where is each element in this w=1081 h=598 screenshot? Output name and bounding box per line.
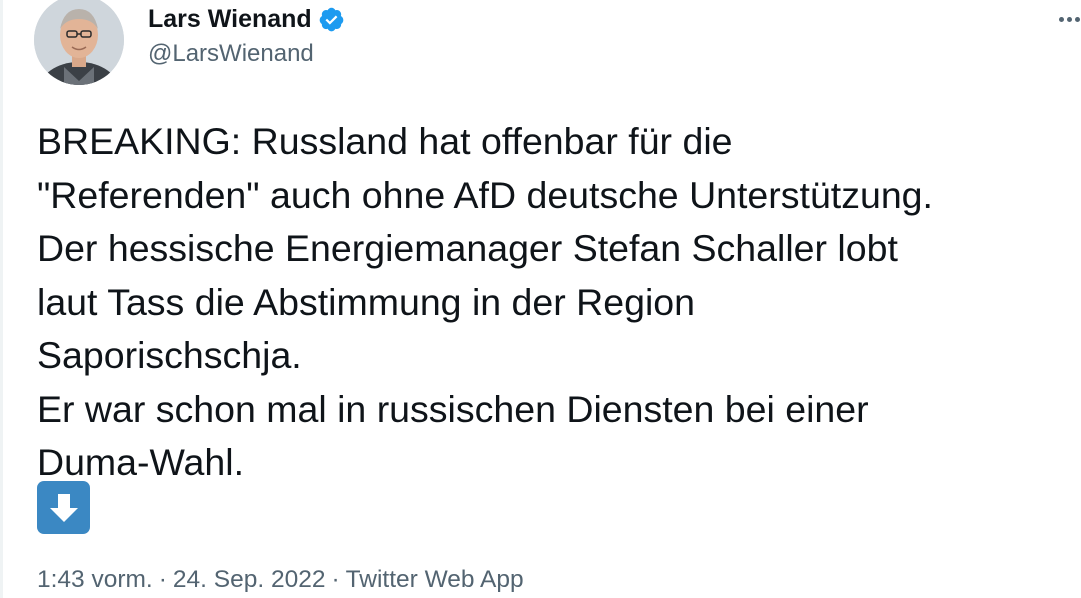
meta-separator: · [331, 566, 340, 593]
author-name-row[interactable]: Lars Wienand [148, 3, 345, 35]
meta-separator: · [158, 566, 167, 593]
verified-badge-icon [318, 6, 345, 33]
tweet-time[interactable]: 1:43 vorm. [37, 566, 153, 593]
avatar[interactable] [34, 0, 124, 85]
tweet-source[interactable]: Twitter Web App [346, 566, 524, 593]
author-handle[interactable]: @LarsWienand [148, 40, 314, 68]
tweet-text: BREAKING: Russland hat offenbar für die … [37, 120, 933, 483]
tweet-card: Lars Wienand @LarsWienand BREAKING: Russ… [0, 0, 1081, 598]
more-options-icon[interactable] [1059, 14, 1081, 24]
card-border [0, 0, 3, 598]
tweet-meta: 1:43 vorm. · 24. Sep. 2022 · Twitter Web App [37, 566, 524, 594]
author-display-name[interactable]: Lars Wienand [148, 5, 312, 34]
tweet-date[interactable]: 24. Sep. 2022 [173, 566, 326, 593]
down-arrow-emoji-icon [37, 481, 90, 534]
